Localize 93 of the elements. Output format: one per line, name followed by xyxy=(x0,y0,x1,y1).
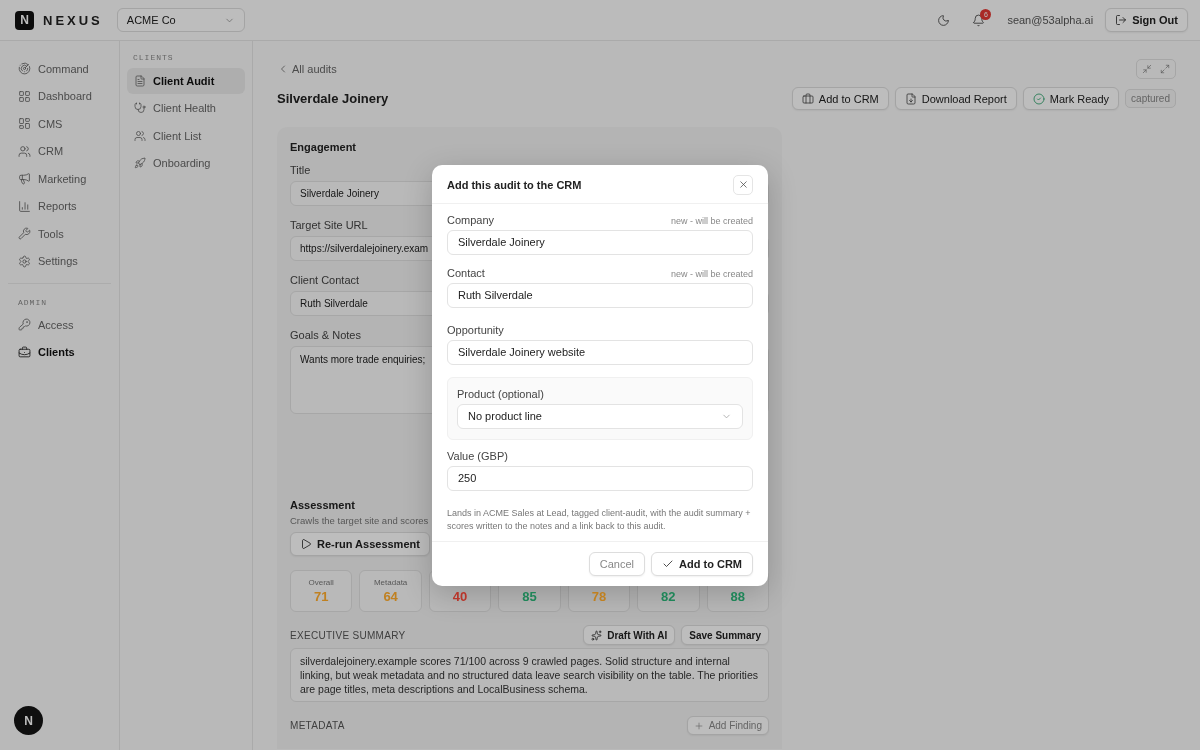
section-description: Crawls the target site and scores xyxy=(290,515,429,526)
subnav-item[interactable]: Onboarding xyxy=(127,150,245,176)
score-value: 78 xyxy=(591,589,607,604)
sparkle-icon xyxy=(591,629,603,641)
field-label: Goals & Notes xyxy=(290,329,361,341)
moon-icon xyxy=(937,13,951,27)
wrench-icon xyxy=(18,227,31,241)
section-heading: CLIENTS xyxy=(132,53,175,64)
maximize-icon xyxy=(1160,64,1170,74)
check-circle-icon xyxy=(1032,92,1045,105)
briefcase-icon xyxy=(801,92,814,105)
field-hint: new - will be created xyxy=(670,268,753,279)
org-select[interactable]: ACME Co xyxy=(116,8,245,32)
field-label: Title xyxy=(290,164,311,176)
logout-icon xyxy=(1115,14,1128,26)
users-icon xyxy=(18,144,31,158)
briefcase-icon xyxy=(18,345,31,359)
nav-item[interactable]: Tools xyxy=(8,220,111,248)
dialog-title: Add this audit to the CRM xyxy=(447,178,582,191)
page-title: Silverdale Joinery xyxy=(277,91,389,106)
close-button[interactable] xyxy=(733,174,753,195)
file-download-icon xyxy=(904,92,917,105)
document-icon xyxy=(134,74,146,87)
select-field[interactable]: No product line xyxy=(457,403,743,429)
nav-item[interactable]: Marketing xyxy=(8,165,111,193)
nav-item[interactable]: Access xyxy=(8,311,111,339)
save-button[interactable]: Save Summary xyxy=(681,625,769,645)
nav-item[interactable]: Settings xyxy=(8,247,111,275)
user-email: sean@53alpha.ai xyxy=(1007,14,1094,26)
nav-item[interactable]: CMS xyxy=(8,110,111,138)
summary-text[interactable]: silverdalejoinery.example scores 71/100 across 9 crawled pages. Solid structure and internal linking, but weak metadata and no structured data leave search visibility on the table. The priorities are page titles, meta descriptions and LocalBusiness schema. xyxy=(290,648,769,702)
score-label: Overall xyxy=(308,578,334,587)
bell-icon xyxy=(972,13,986,27)
score-label: Metadata xyxy=(373,578,408,587)
play-icon xyxy=(300,538,312,550)
brand-name: NEXUS xyxy=(43,12,103,28)
radar-icon xyxy=(18,62,31,76)
section-heading: Engagement xyxy=(290,141,356,153)
rerun-button[interactable]: Re-run Assessment xyxy=(290,532,430,556)
bar-chart-icon xyxy=(18,199,31,213)
status-tag: captured xyxy=(1125,89,1176,108)
draft-button[interactable]: Draft With AI xyxy=(583,625,676,645)
cancel-button[interactable]: Cancel xyxy=(588,551,646,576)
rocket-icon xyxy=(134,157,146,170)
field-label: Target Site URL xyxy=(290,219,368,231)
section-heading: METADATA xyxy=(290,720,345,731)
nav-item[interactable]: Reports xyxy=(8,192,111,220)
action-button[interactable]: Mark Ready xyxy=(1022,87,1120,110)
field-label: Opportunity xyxy=(447,323,504,336)
help-text: Lands in ACME Sales at Lead, tagged client-audit, with the audit summary + scores written to the notes and a link back to this audit. xyxy=(447,506,752,533)
section-heading: EXECUTIVE SUMMARY xyxy=(290,629,406,641)
action-button[interactable]: Add to CRM xyxy=(791,87,889,110)
stethoscope-icon xyxy=(134,102,146,115)
field-label: Client Contact xyxy=(290,274,360,286)
score-value: 85 xyxy=(522,589,537,604)
minimize-icon xyxy=(1142,64,1152,74)
nav-item[interactable]: Dashboard xyxy=(8,82,111,110)
subnav-item[interactable]: Client List xyxy=(127,123,245,149)
input-field[interactable]: Silverdale Joinery xyxy=(447,229,753,255)
section-heading: ADMIN xyxy=(17,298,48,307)
plus-icon xyxy=(693,720,704,731)
field-hint: new - will be created xyxy=(670,215,753,226)
nav-item[interactable]: CRM xyxy=(8,137,111,165)
sign-out-button[interactable]: Sign Out xyxy=(1105,8,1188,32)
back-link[interactable]: All audits xyxy=(277,63,337,75)
input-field[interactable]: 250 xyxy=(447,465,753,491)
score-value: 71 xyxy=(313,589,329,604)
action-button[interactable]: Download Report xyxy=(894,87,1017,110)
subnav-item[interactable]: Client Audit xyxy=(127,68,245,94)
score-value: 82 xyxy=(661,589,676,604)
grid-icon xyxy=(18,89,31,103)
key-icon xyxy=(18,318,31,332)
confirm-button[interactable]: Add to CRM xyxy=(651,551,753,576)
megaphone-icon xyxy=(18,172,31,186)
layout-icon xyxy=(18,117,31,131)
field-label: Company xyxy=(447,213,495,226)
field-label: Value (GBP) xyxy=(447,449,508,462)
settings-icon xyxy=(18,254,31,268)
close-icon xyxy=(737,179,749,190)
field-label: Product (optional) xyxy=(457,387,544,400)
window-controls[interactable] xyxy=(1136,59,1176,79)
logo: N xyxy=(15,10,34,30)
score-value: 40 xyxy=(452,589,468,604)
score-value: 88 xyxy=(730,589,745,604)
section-heading: Assessment xyxy=(290,499,355,511)
users-icon xyxy=(134,129,146,142)
nav-item[interactable]: Clients xyxy=(8,338,111,366)
input-field[interactable]: Ruth Silverdale xyxy=(447,282,753,308)
score-value: 64 xyxy=(383,589,398,604)
field-label: Contact xyxy=(447,266,485,279)
subnav-item[interactable]: Client Health xyxy=(127,95,245,121)
input-field[interactable]: Silverdale Joinery website xyxy=(447,339,753,365)
nav-item[interactable]: Command xyxy=(8,55,111,83)
